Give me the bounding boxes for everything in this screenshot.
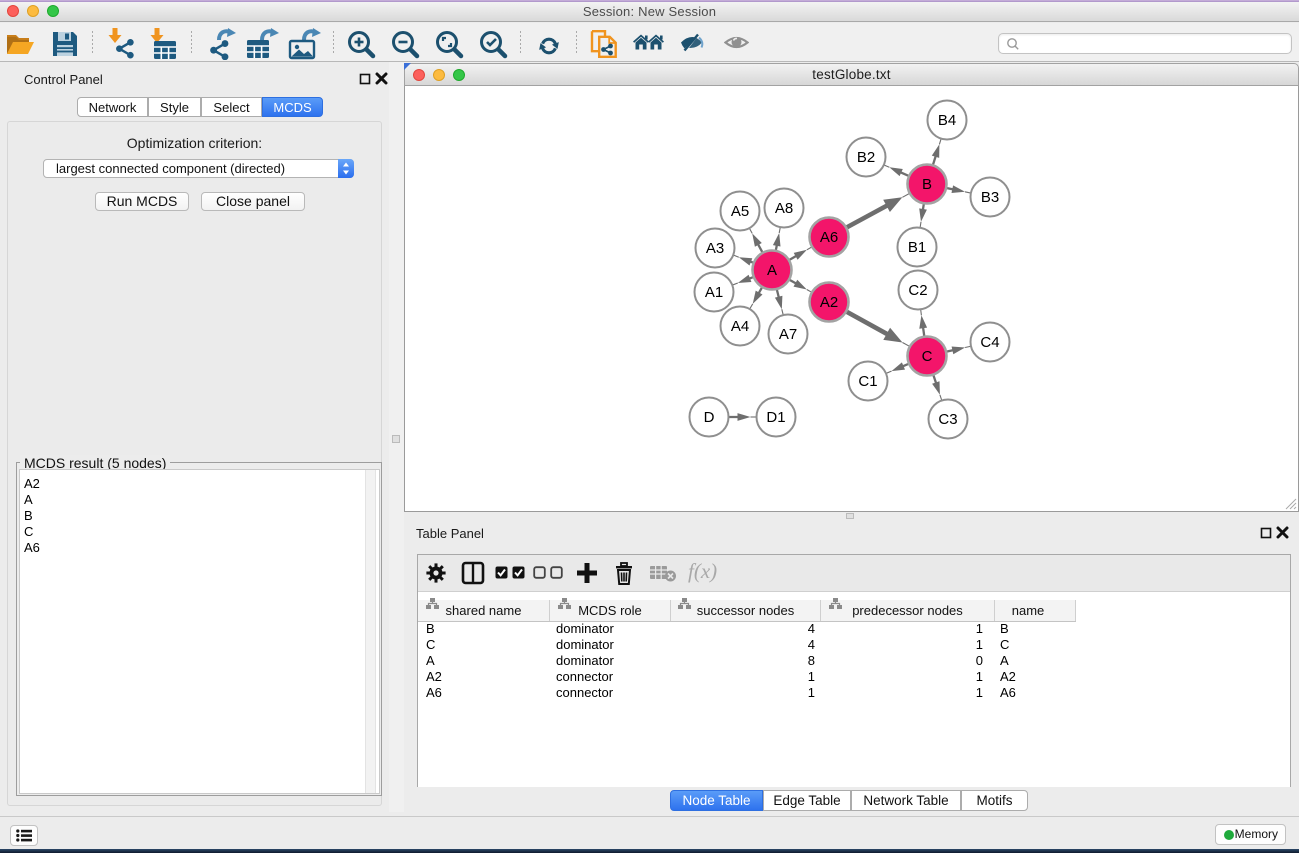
svg-text:B: B bbox=[922, 176, 932, 193]
svg-text:B2: B2 bbox=[857, 149, 875, 166]
svg-text:A: A bbox=[767, 262, 777, 279]
svg-text:C4: C4 bbox=[980, 334, 999, 351]
svg-text:A2: A2 bbox=[820, 294, 838, 311]
svg-text:C: C bbox=[922, 348, 933, 365]
svg-text:C2: C2 bbox=[908, 282, 927, 299]
svg-text:A7: A7 bbox=[779, 326, 797, 343]
svg-text:B3: B3 bbox=[981, 189, 999, 206]
svg-text:C1: C1 bbox=[858, 373, 877, 390]
svg-text:C3: C3 bbox=[938, 411, 957, 428]
svg-text:A1: A1 bbox=[705, 284, 723, 301]
svg-text:A5: A5 bbox=[731, 203, 749, 220]
svg-text:B1: B1 bbox=[908, 239, 926, 256]
svg-text:A3: A3 bbox=[706, 240, 724, 257]
svg-text:B4: B4 bbox=[938, 112, 956, 129]
svg-text:D1: D1 bbox=[766, 409, 785, 426]
svg-text:A4: A4 bbox=[731, 318, 749, 335]
svg-text:D: D bbox=[704, 409, 715, 426]
svg-text:A8: A8 bbox=[775, 200, 793, 217]
svg-text:A6: A6 bbox=[820, 229, 838, 246]
